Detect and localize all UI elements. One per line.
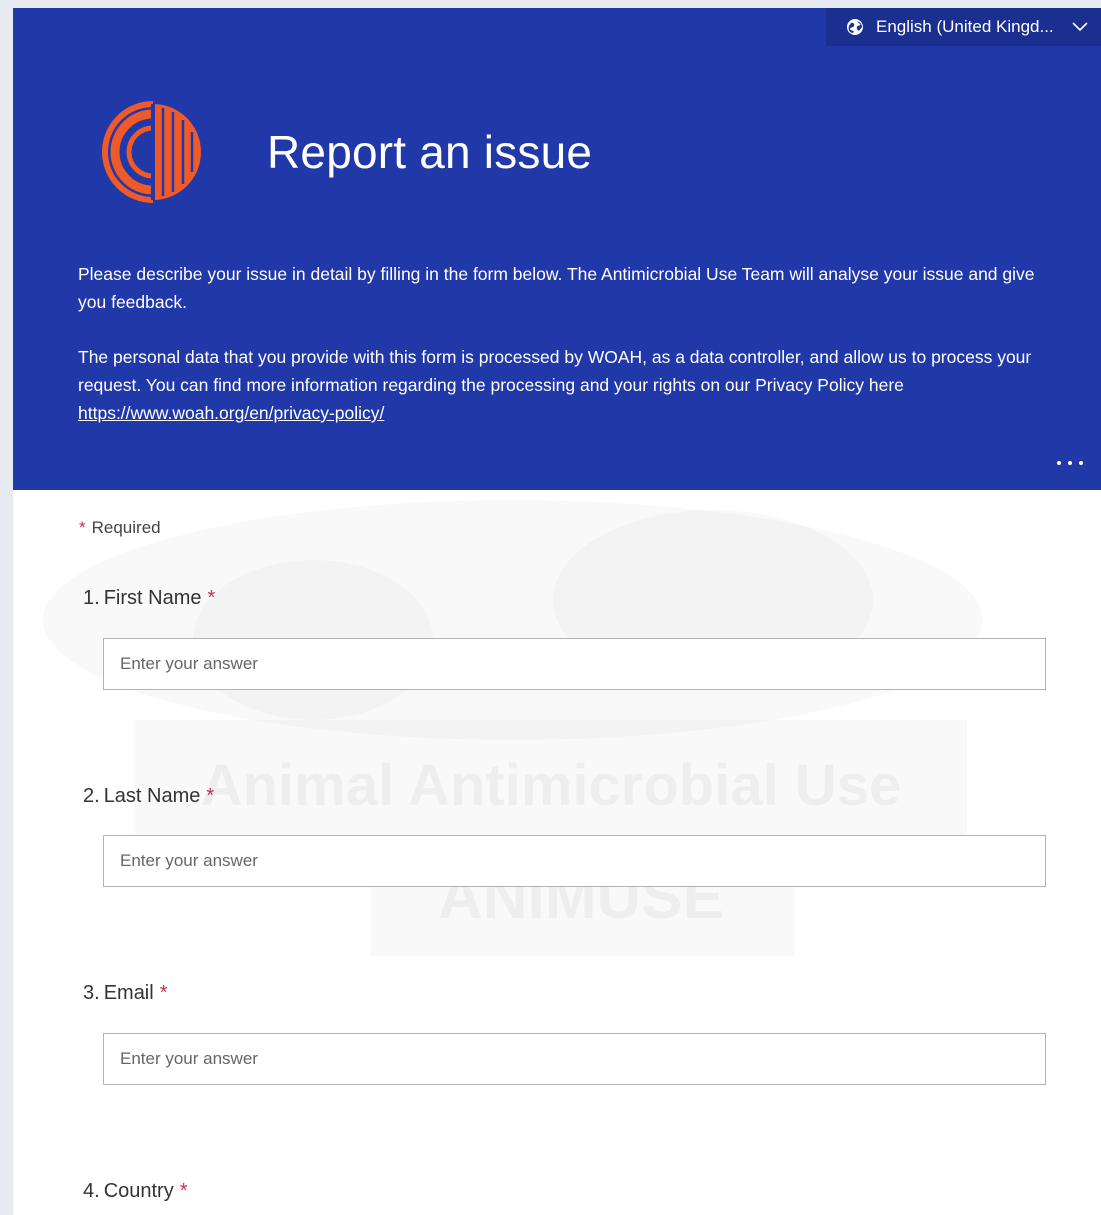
form-description: Please describe your issue in detail by … [78,260,1038,454]
animuse-logo-icon [95,94,211,210]
form-header: English (United Kingd... Report an issue… [13,8,1101,490]
form-card: English (United Kingd... Report an issue… [13,8,1101,1215]
form-title: Report an issue [267,126,593,178]
watermark-title: Animal Antimicrobial Use [201,753,901,818]
required-star: * [159,982,168,1004]
question-label: Last Name [103,785,201,807]
chevron-down-icon [1071,18,1089,36]
required-star: * [206,785,215,807]
question-first-name: 1. First Name * [83,587,215,610]
question-number: 2. [83,785,100,807]
description-paragraph-2-text: The personal data that you provide with … [78,347,1032,395]
description-paragraph-2: The personal data that you provide with … [78,343,1038,427]
question-number: 1. [83,587,100,609]
required-star: * [179,1180,188,1202]
question-number: 3. [83,982,100,1004]
question-label: First Name [103,587,202,609]
description-paragraph-1: Please describe your issue in detail by … [78,264,1035,312]
globe-icon [846,18,864,36]
question-number: 4. [83,1180,100,1202]
language-selector[interactable]: English (United Kingd... [826,8,1101,46]
last-name-input[interactable] [103,835,1046,887]
required-note-text: Required [91,518,161,537]
more-options-icon[interactable] [1057,458,1083,468]
required-star: * [207,587,216,609]
form-body: Animal Antimicrobial Use ANIMUSE * Requir… [13,490,1101,1215]
first-name-input[interactable] [103,638,1046,690]
email-input[interactable] [103,1033,1046,1085]
language-label: English (United Kingd... [876,17,1054,36]
question-country: 4. Country * [83,1180,188,1203]
question-email: 3. Email * [83,982,168,1005]
required-note: * Required [79,518,161,538]
question-last-name: 2. Last Name * [83,785,214,808]
required-star: * [79,518,86,537]
question-label: Email [103,982,154,1004]
question-label: Country [103,1180,174,1202]
privacy-policy-link[interactable]: https://www.woah.org/en/privacy-policy/ [78,403,384,423]
